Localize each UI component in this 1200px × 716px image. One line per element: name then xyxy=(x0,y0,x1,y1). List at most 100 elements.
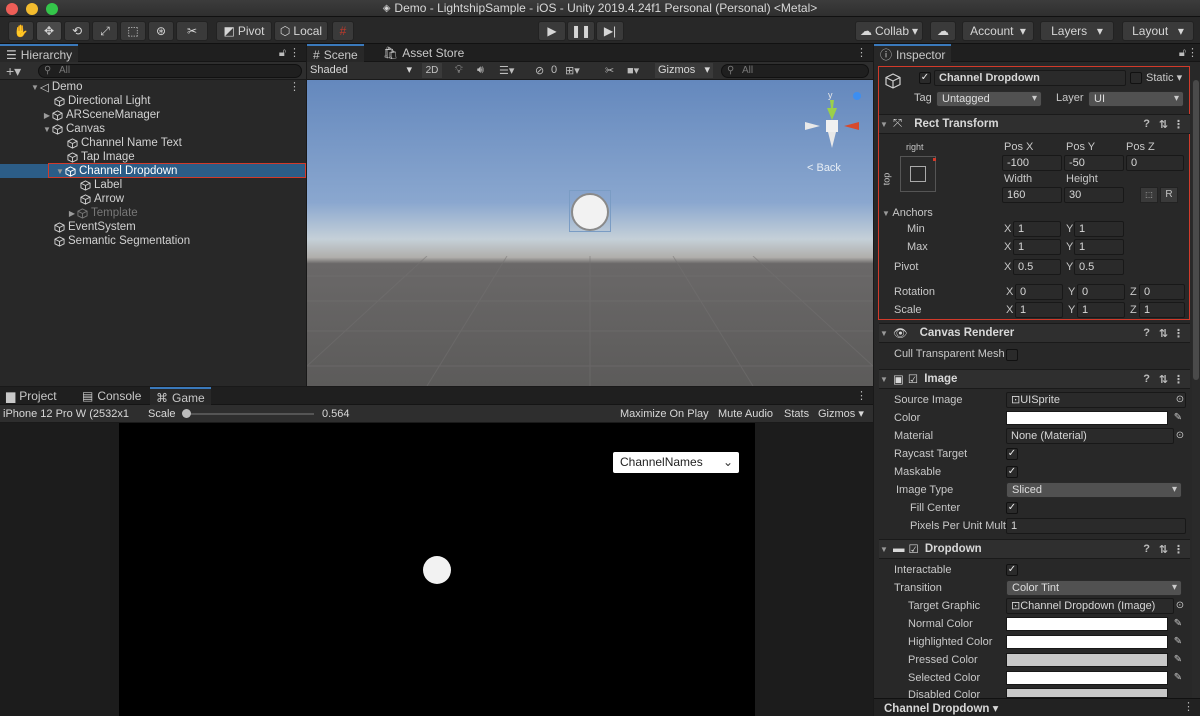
panel-menu-icon[interactable]: ⋮ xyxy=(1173,327,1184,340)
target-graphic-field[interactable]: ⊡Channel Dropdown (Image) xyxy=(1006,598,1174,614)
lighting-icon[interactable]: 💡︎ xyxy=(455,64,463,77)
list-item[interactable]: Arrow xyxy=(0,192,306,206)
rect-transform-header[interactable]: ▼ ⤧ Rect Transform ? ⇅ ⋮ xyxy=(879,114,1190,134)
posy-field[interactable]: -50 xyxy=(1064,155,1124,171)
eyedropper-icon[interactable]: ✎ xyxy=(1172,412,1184,424)
raw-edit-button[interactable]: R xyxy=(1160,187,1178,203)
grid-icon[interactable]: ⊞▾ xyxy=(565,64,580,77)
posx-field[interactable]: -100 xyxy=(1002,155,1062,171)
object-name-field[interactable]: Channel Dropdown xyxy=(934,70,1126,86)
rotation-z-field[interactable]: 0 xyxy=(1139,284,1185,300)
active-checkbox[interactable]: ✓ xyxy=(919,72,931,84)
lock-icon[interactable]: 🔓︎ xyxy=(279,47,286,60)
help-icon[interactable]: ? xyxy=(1143,543,1150,555)
preset-icon[interactable]: ⇅ xyxy=(1159,543,1168,556)
interactable-checkbox[interactable]: ✓ xyxy=(1006,564,1018,576)
help-icon[interactable]: ? xyxy=(1143,327,1150,339)
footer-object-dropdown[interactable]: Channel Dropdown ▾ xyxy=(884,701,998,715)
scene-viewport[interactable]: y < Back xyxy=(307,80,873,386)
preset-icon[interactable]: ⇅ xyxy=(1159,118,1168,131)
tag-dropdown[interactable]: Untagged xyxy=(936,91,1042,107)
camera-icon[interactable]: ■▾ xyxy=(627,64,639,77)
play-button[interactable]: ▶ xyxy=(538,21,566,41)
scrollbar-thumb[interactable] xyxy=(1193,80,1199,380)
list-item[interactable]: ▼ Canvas xyxy=(0,122,306,136)
pressed-color-swatch[interactable] xyxy=(1006,653,1168,667)
color-swatch[interactable] xyxy=(1006,411,1168,425)
custom-tool-button[interactable]: ✂ xyxy=(176,21,208,41)
visibility-icon[interactable]: ⊘ xyxy=(535,64,544,77)
help-icon[interactable]: ? xyxy=(1143,373,1150,385)
scale-x-field[interactable]: 1 xyxy=(1015,302,1063,318)
scale-z-field[interactable]: 1 xyxy=(1139,302,1185,318)
grid-snap-button[interactable]: # xyxy=(332,21,354,41)
enabled-check-icon[interactable]: ☑ xyxy=(909,542,919,556)
effects-icon[interactable]: ☰▾ xyxy=(499,64,514,77)
eyedropper-icon[interactable]: ✎ xyxy=(1172,618,1184,630)
scale-y-field[interactable]: 1 xyxy=(1077,302,1125,318)
tab-project[interactable]: ▆ Project xyxy=(0,387,63,405)
close-window-button[interactable] xyxy=(6,3,18,15)
maskable-checkbox[interactable]: ✓ xyxy=(1006,466,1018,478)
panel-menu-icon[interactable]: ⋮ xyxy=(1173,373,1184,386)
create-plus-icon[interactable]: +▾ xyxy=(6,63,21,80)
minimize-window-button[interactable] xyxy=(26,3,38,15)
collab-dropdown[interactable]: ☁ Collab ▾ xyxy=(855,21,923,41)
step-button[interactable]: ▶| xyxy=(596,21,624,41)
channel-names-dropdown[interactable]: ChannelNames ⌄ xyxy=(613,452,739,473)
layers-dropdown[interactable]: Layers ▾ xyxy=(1040,21,1114,41)
min-y-field[interactable]: 1 xyxy=(1074,221,1124,237)
fill-center-checkbox[interactable]: ✓ xyxy=(1006,502,1018,514)
eyedropper-icon[interactable]: ✎ xyxy=(1172,636,1184,648)
back-label[interactable]: < Back xyxy=(807,162,841,174)
maximize-on-play-toggle[interactable]: Maximize On Play xyxy=(620,406,709,422)
zoom-window-button[interactable] xyxy=(46,3,58,15)
raycast-target-checkbox[interactable]: ✓ xyxy=(1006,448,1018,460)
static-label[interactable]: Static ▾ xyxy=(1146,71,1182,84)
scene-gizmo[interactable]: y xyxy=(799,88,869,158)
highlighted-color-swatch[interactable] xyxy=(1006,635,1168,649)
width-field[interactable]: 160 xyxy=(1002,187,1062,203)
list-item[interactable]: ▶ ARSceneManager xyxy=(0,108,306,122)
list-item[interactable]: Semantic Segmentation xyxy=(0,234,306,248)
list-item[interactable]: Channel Name Text xyxy=(0,136,306,150)
pixels-per-unit-field[interactable]: 1 xyxy=(1006,518,1186,534)
enabled-check-icon[interactable]: ☑ xyxy=(908,372,918,386)
scene-search-input[interactable]: ⚲ All xyxy=(721,64,869,78)
scale-slider[interactable] xyxy=(184,413,314,415)
pause-button[interactable]: ❚❚ xyxy=(567,21,595,41)
gizmos-dropdown[interactable]: Gizmos ▾ xyxy=(655,63,713,78)
static-checkbox[interactable] xyxy=(1130,72,1142,84)
min-x-field[interactable]: 1 xyxy=(1013,221,1061,237)
gizmos-dropdown[interactable]: Gizmos ▾ xyxy=(818,406,864,422)
tab-inspector[interactable]: ⓘ Inspector xyxy=(874,44,952,63)
image-header[interactable]: ▼ ▣ ☑ Image ? ⇅ ⋮ xyxy=(879,369,1190,389)
preset-icon[interactable]: ⇅ xyxy=(1159,373,1168,386)
dropdown-component-header[interactable]: ▼ ▬ ☑ Dropdown ? ⇅ ⋮ xyxy=(879,539,1190,559)
tools-icon[interactable]: ✂ xyxy=(605,64,614,77)
list-item[interactable]: Label xyxy=(0,178,306,192)
panel-menu-icon[interactable]: ⋮ xyxy=(856,46,867,59)
scale-slider-handle[interactable] xyxy=(182,409,191,418)
mute-audio-toggle[interactable]: Mute Audio xyxy=(718,406,773,422)
scale-tool-button[interactable]: ⤢ xyxy=(92,21,118,41)
eyedropper-icon[interactable]: ✎ xyxy=(1172,654,1184,666)
blueprint-mode-button[interactable]: ⬚ xyxy=(1140,187,1158,203)
list-item[interactable]: ▼ ◁ Demo ⋮ xyxy=(0,80,306,94)
game-viewport[interactable]: ChannelNames ⌄ xyxy=(119,423,755,716)
tab-scene[interactable]: # Scene xyxy=(307,44,364,63)
anchor-preset-button[interactable] xyxy=(900,156,936,192)
panel-menu-icon[interactable]: ⋮ xyxy=(1187,46,1198,59)
device-dropdown[interactable]: iPhone 12 Pro W (2532x1 xyxy=(3,406,141,422)
lock-icon[interactable]: 🔓︎ xyxy=(1179,47,1186,60)
layout-dropdown[interactable]: Layout ▾ xyxy=(1122,21,1194,41)
sphere-object[interactable] xyxy=(571,193,609,231)
list-item[interactable]: EventSystem xyxy=(0,220,306,234)
image-type-dropdown[interactable]: Sliced xyxy=(1006,482,1182,498)
cloud-button[interactable]: ☁ xyxy=(930,21,956,41)
tap-image-circle[interactable] xyxy=(423,556,451,584)
list-item[interactable]: ▶ Template xyxy=(0,206,306,220)
hierarchy-search-input[interactable]: ⚲ All xyxy=(38,64,302,78)
pivot-x-field[interactable]: 0.5 xyxy=(1013,259,1061,275)
disabled-color-swatch[interactable] xyxy=(1006,688,1168,698)
